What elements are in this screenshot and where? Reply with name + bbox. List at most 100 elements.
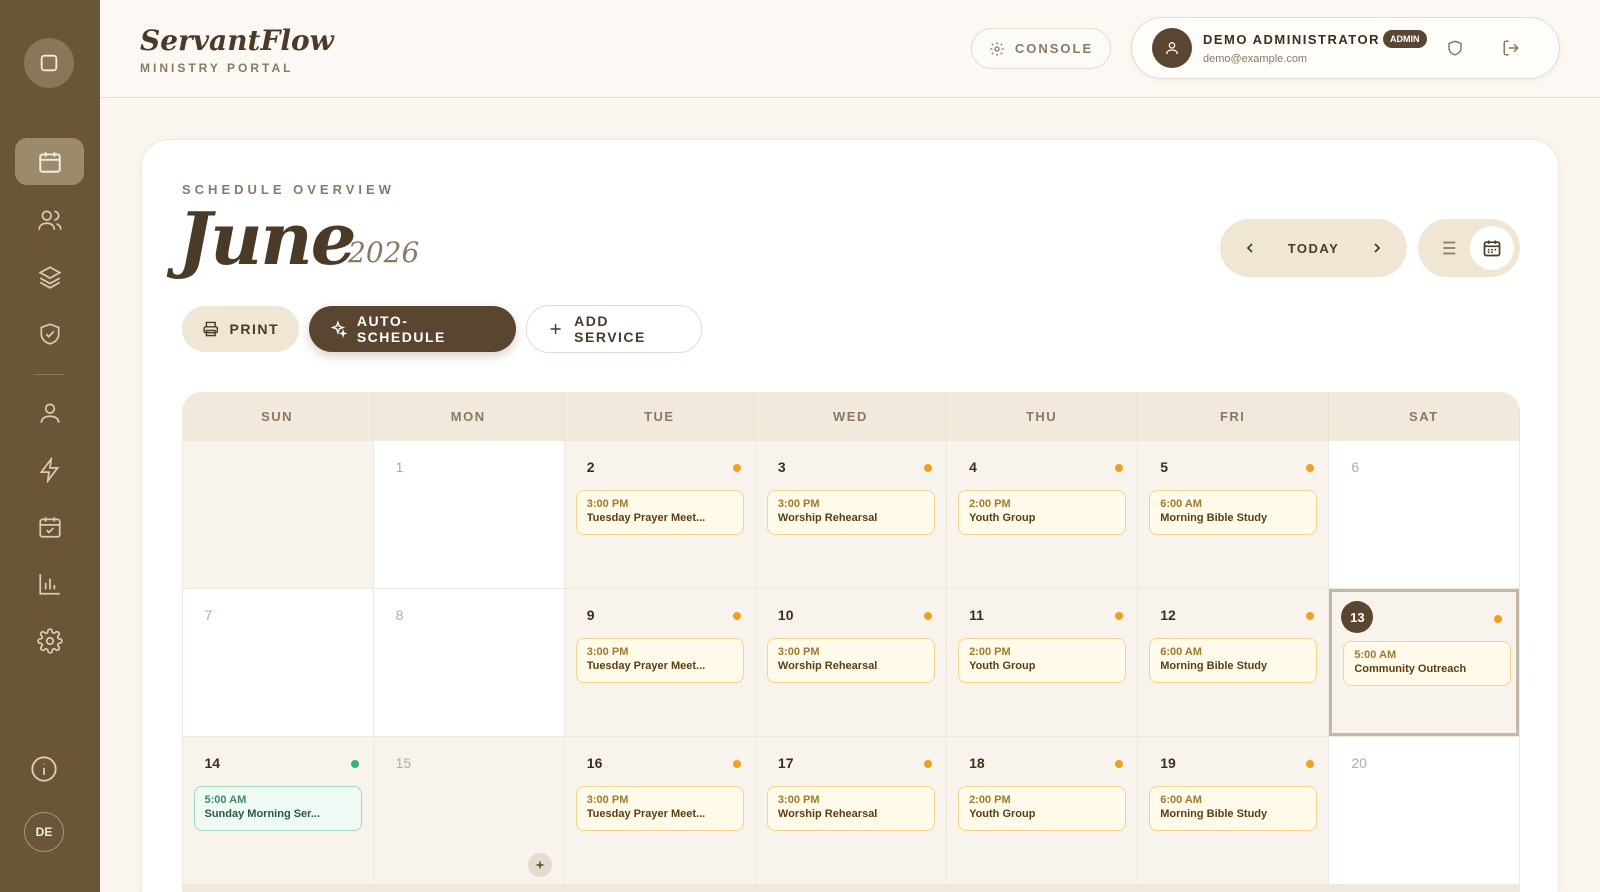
- status-dot: [1115, 612, 1124, 620]
- status-dot: [1494, 615, 1503, 623]
- status-dot: [1115, 760, 1124, 768]
- calendar-day[interactable]: 8: [373, 589, 564, 736]
- sidebar-item-calendar[interactable]: [15, 138, 84, 185]
- user-name: DEMO ADMINISTRATOR: [1203, 32, 1380, 47]
- sidebar-item-users[interactable]: [15, 196, 84, 243]
- event-chip[interactable]: 6:00 AM Morning Bible Study: [1149, 786, 1318, 831]
- console-button[interactable]: CONSOLE: [971, 28, 1111, 69]
- weekday-header: SUN MON TUE WED THU FRI SAT: [182, 392, 1520, 441]
- event-chip[interactable]: 3:00 PM Tuesday Prayer Meet...: [575, 490, 744, 535]
- sidebar-divider: [34, 374, 64, 375]
- today-button[interactable]: TODAY: [1288, 241, 1340, 256]
- event-chip[interactable]: 3:00 PM Worship Rehearsal: [766, 638, 935, 683]
- day-number: 7: [204, 607, 213, 623]
- event-title: Morning Bible Study: [1160, 808, 1268, 820]
- calendar-day[interactable]: 11 2:00 PM Youth Group: [947, 589, 1138, 736]
- user-avatar[interactable]: [1152, 28, 1192, 68]
- add-service-button[interactable]: ADD SERVICE: [526, 305, 702, 353]
- event-time: 5:00 AM: [1354, 649, 1397, 661]
- info-button[interactable]: [30, 755, 58, 783]
- sidebar-item-profile[interactable]: [15, 389, 84, 436]
- weekday-label: MON: [373, 392, 565, 441]
- event-time: 2:00 PM: [969, 794, 1011, 806]
- event-chip[interactable]: 3:00 PM Worship Rehearsal: [766, 490, 935, 535]
- sidebar-item-security[interactable]: [15, 310, 84, 357]
- day-number: 10: [777, 607, 794, 623]
- calendar-check-icon: [38, 516, 61, 538]
- event-chip[interactable]: 2:00 PM Youth Group: [958, 490, 1127, 535]
- calendar-day[interactable]: 17 3:00 PM Worship Rehearsal: [755, 737, 947, 884]
- calendar-day[interactable]: 19 6:00 AM Morning Bible Study: [1138, 737, 1329, 884]
- status-dot: [732, 464, 741, 472]
- day-number: 1: [395, 459, 404, 475]
- event-chip[interactable]: 6:00 AM Morning Bible Study: [1149, 638, 1318, 683]
- event-chip[interactable]: 2:00 PM Youth Group: [958, 638, 1127, 683]
- calendar-day[interactable]: 4 2:00 PM Youth Group: [947, 441, 1138, 588]
- calendar-day[interactable]: 12 6:00 AM Morning Bible Study: [1138, 589, 1329, 736]
- logout-button[interactable]: [1502, 39, 1520, 57]
- event-title: Sunday Morning Ser...: [204, 808, 321, 820]
- sidebar-item-availability[interactable]: [15, 503, 84, 550]
- schedule-card: SCHEDULE OVERVIEW June 2026 TODAY PRINT …: [141, 139, 1559, 892]
- calendar-day[interactable]: 15: [373, 737, 564, 884]
- brand-name: ServantFlow: [140, 24, 334, 57]
- calendar-day[interactable]: 10 3:00 PM Worship Rehearsal: [755, 589, 947, 736]
- app-logo-button[interactable]: [24, 38, 74, 88]
- event-time: 6:00 AM: [1160, 646, 1202, 658]
- calendar-day[interactable]: 16 3:00 PM Tuesday Prayer Meet...: [564, 737, 755, 884]
- status-dot: [924, 612, 933, 620]
- event-time: 2:00 PM: [969, 646, 1011, 658]
- plus-icon: [536, 861, 544, 869]
- add-event-button[interactable]: [527, 853, 552, 877]
- calendar-day[interactable]: 5 6:00 AM Morning Bible Study: [1138, 441, 1329, 588]
- month-navigation: TODAY: [1220, 219, 1407, 277]
- calendar-day[interactable]: 20: [1329, 737, 1520, 884]
- calendar-day[interactable]: 18 2:00 PM Youth Group: [947, 737, 1138, 884]
- event-time: 6:00 AM: [1160, 794, 1202, 806]
- view-toggle: [1418, 219, 1520, 277]
- role-badge: ADMIN: [1383, 30, 1427, 48]
- print-button[interactable]: PRINT: [182, 306, 299, 352]
- list-view-button[interactable]: [1436, 237, 1458, 259]
- security-button[interactable]: [1446, 39, 1464, 57]
- day-number: 9: [586, 607, 595, 623]
- event-chip[interactable]: 5:00 AM Community Outreach: [1343, 641, 1512, 686]
- plus-icon: [550, 323, 561, 335]
- calendar-day[interactable]: 1: [373, 441, 564, 588]
- calendar-day[interactable]: 7: [182, 589, 373, 736]
- sidebar-item-automation[interactable]: [15, 446, 84, 493]
- calendar-day-today[interactable]: 13 5:00 AM Community Outreach: [1329, 589, 1520, 736]
- sidebar-item-layers[interactable]: [15, 253, 84, 300]
- sidebar-item-settings[interactable]: [15, 617, 84, 664]
- event-title: Morning Bible Study: [1160, 512, 1268, 524]
- printer-icon: [203, 321, 219, 337]
- calendar-day[interactable]: 3 3:00 PM Worship Rehearsal: [755, 441, 947, 588]
- calendar-day[interactable]: 9 3:00 PM Tuesday Prayer Meet...: [564, 589, 755, 736]
- event-time: 3:00 PM: [777, 646, 820, 658]
- event-title: Tuesday Prayer Meet...: [586, 808, 706, 820]
- event-chip[interactable]: 6:00 AM Morning Bible Study: [1149, 490, 1318, 535]
- event-chip[interactable]: 3:00 PM Worship Rehearsal: [766, 786, 935, 831]
- calendar-day[interactable]: 14 5:00 AM Sunday Morning Ser...: [182, 737, 373, 884]
- next-month-button[interactable]: [1369, 240, 1385, 256]
- calendar-view-button[interactable]: [1470, 226, 1514, 270]
- day-number: 13: [1341, 601, 1374, 633]
- weekday-label: SAT: [1329, 392, 1520, 441]
- status-dot: [1306, 612, 1315, 620]
- event-chip[interactable]: 3:00 PM Tuesday Prayer Meet...: [575, 786, 744, 831]
- previous-month-button[interactable]: [1242, 240, 1258, 256]
- status-dot: [1115, 464, 1124, 472]
- event-title: Youth Group: [969, 660, 1036, 672]
- calendar-day[interactable]: 6: [1329, 441, 1520, 588]
- sidebar-item-reports[interactable]: [15, 560, 84, 607]
- calendar-icon: [38, 151, 61, 173]
- event-chip[interactable]: 2:00 PM Youth Group: [958, 786, 1127, 831]
- logout-icon: [1503, 40, 1519, 56]
- calendar-day[interactable]: 2 3:00 PM Tuesday Prayer Meet...: [564, 441, 755, 588]
- avatar[interactable]: DE: [24, 812, 64, 852]
- calendar-day[interactable]: [182, 441, 373, 588]
- event-chip[interactable]: 5:00 AM Sunday Morning Ser...: [193, 786, 362, 831]
- status-dot: [732, 760, 741, 768]
- event-chip[interactable]: 3:00 PM Tuesday Prayer Meet...: [575, 638, 744, 683]
- auto-schedule-button[interactable]: AUTO-SCHEDULE: [309, 306, 516, 352]
